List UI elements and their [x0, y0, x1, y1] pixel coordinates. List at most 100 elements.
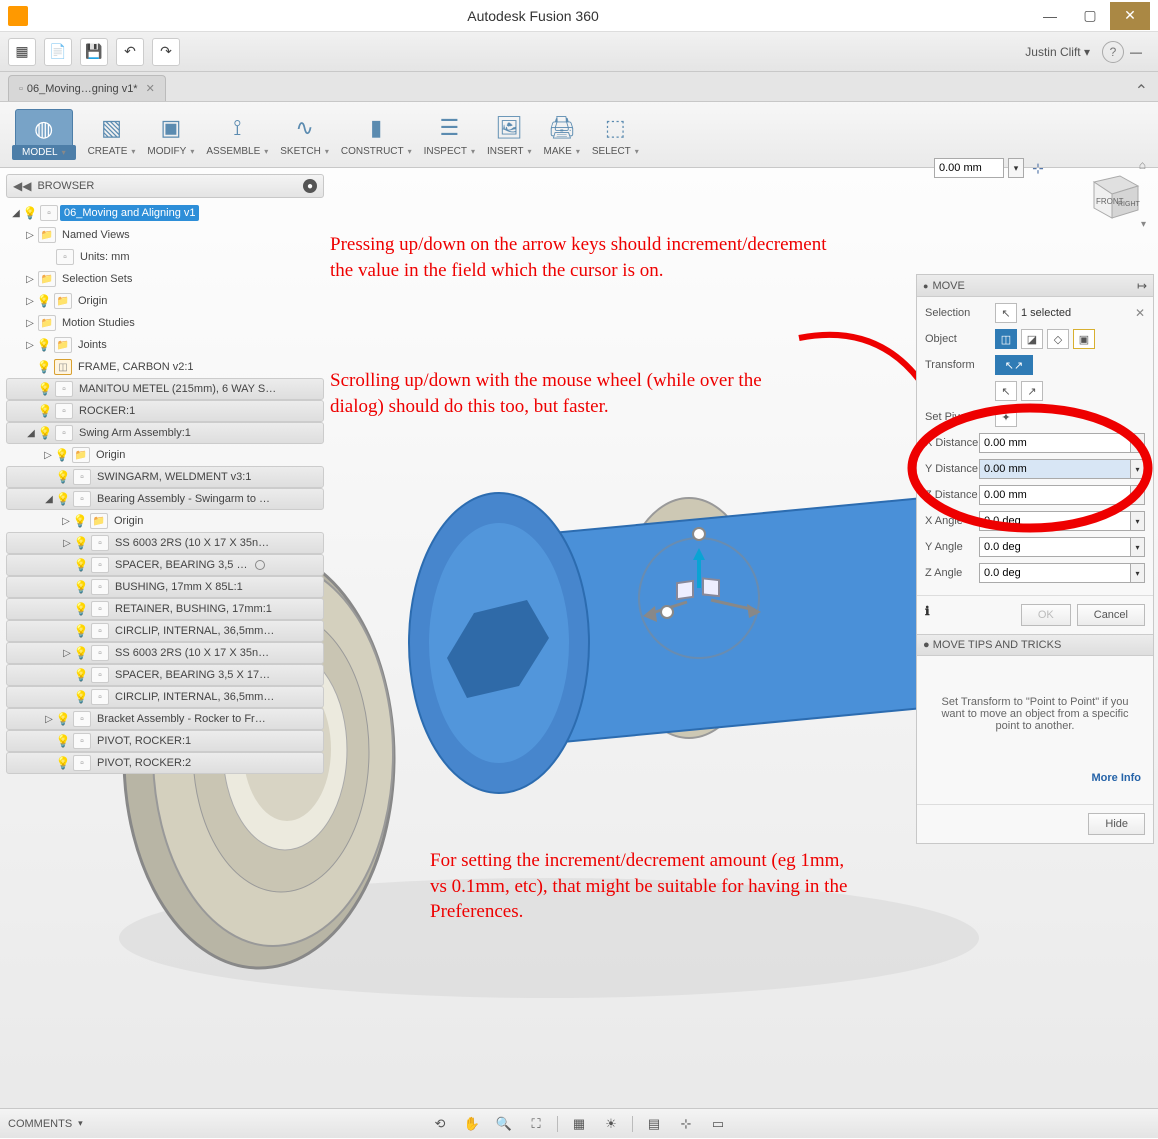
zoom-icon[interactable]: 🔍 [493, 1114, 515, 1134]
y-angle-dropdown[interactable]: ▾ [1131, 537, 1145, 557]
tree-item[interactable]: ▫Units: mm [6, 246, 324, 268]
tree-item[interactable]: ▷💡▫SS 6003 2RS (10 X 17 X 35n… [6, 532, 324, 554]
orbit-icon[interactable]: ⟲ [429, 1114, 451, 1134]
panel-collapse-icon[interactable]: ● [923, 281, 928, 291]
move-panel-header[interactable]: ● MOVE ↦ [917, 275, 1153, 297]
x-distance-label: X Distance [925, 437, 979, 449]
object-type-face-button[interactable]: ◇ [1047, 329, 1069, 349]
browser-header[interactable]: ◀◀ BROWSER ● [6, 174, 324, 198]
tree-item[interactable]: ▷📁Motion Studies [6, 312, 324, 334]
tree-root[interactable]: ◢💡▫06_Moving and Aligning v1 [6, 202, 324, 224]
window-maximize-button[interactable]: ▢ [1070, 2, 1110, 30]
modify-button[interactable]: ▣MODIFY [143, 106, 198, 163]
pan-icon[interactable]: ✋ [461, 1114, 483, 1134]
more-info-link[interactable]: More Info [929, 772, 1141, 784]
tree-item[interactable]: 💡▫SPACER, BEARING 3,5 X 17… [6, 664, 324, 686]
transform-point-button[interactable]: ↗ [1021, 381, 1043, 401]
window-close-button[interactable]: ✕ [1110, 2, 1150, 30]
transform-translate-button[interactable]: ↖ [995, 381, 1017, 401]
selection-pick-button[interactable]: ↖ [995, 303, 1017, 323]
document-tab[interactable]: ▫ 06_Moving…gning v1* ✕ [8, 75, 166, 101]
object-type-body-button[interactable]: ◪ [1021, 329, 1043, 349]
tree-item[interactable]: ▷💡▫SS 6003 2RS (10 X 17 X 35n… [6, 642, 324, 664]
insert-icon: 🖼 [491, 112, 527, 144]
tree-item[interactable]: 💡▫CIRCLIP, INTERNAL, 36,5mm… [6, 620, 324, 642]
tree-item[interactable]: ▷📁Named Views [6, 224, 324, 246]
panel-expand-icon[interactable]: ⌃ [1135, 81, 1148, 101]
grid-icon[interactable]: ▤ [643, 1114, 665, 1134]
file-button[interactable]: 📄 [44, 38, 72, 66]
construct-button[interactable]: ▮CONSTRUCT [337, 106, 416, 163]
document-tab-close-icon[interactable]: ✕ [146, 82, 155, 95]
tree-item[interactable]: ◢💡▫Swing Arm Assembly:1 [6, 422, 324, 444]
tree-item[interactable]: ▷📁Selection Sets [6, 268, 324, 290]
save-button[interactable]: 💾 [80, 38, 108, 66]
effects-icon[interactable]: ☀ [600, 1114, 622, 1134]
tree-item[interactable]: 💡▫RETAINER, BUSHING, 17mm:1 [6, 598, 324, 620]
viewport[interactable]: ▾ ⊹ ⌂ FRONT RIGHT ▾ [0, 168, 1158, 1138]
select-button[interactable]: ⬚SELECT [588, 106, 643, 163]
panel-info-icon[interactable]: ℹ [925, 604, 930, 626]
setpivot-button[interactable]: ✦ [995, 407, 1017, 427]
make-button[interactable]: 🖨MAKE [540, 106, 584, 163]
x-angle-dropdown[interactable]: ▾ [1131, 511, 1145, 531]
toolbar-minimize-button[interactable]: — [1130, 45, 1150, 59]
comments-toggle[interactable]: COMMENTS ▾ [8, 1118, 83, 1130]
tree-item[interactable]: ▷💡▫Bracket Assembly - Rocker to Fr… [6, 708, 324, 730]
x-distance-dropdown[interactable]: ▾ [1131, 433, 1145, 453]
browser-tree: ◢💡▫06_Moving and Aligning v1 ▷📁Named Vie… [6, 202, 324, 774]
create-button[interactable]: ▧CREATE [84, 106, 140, 163]
object-type-component-button[interactable]: ◫ [995, 329, 1017, 349]
browser-collapse-icon[interactable]: ◀◀ [13, 179, 31, 193]
z-angle-dropdown[interactable]: ▾ [1131, 563, 1145, 583]
tree-item[interactable]: 💡▫BUSHING, 17mm X 85L:1 [6, 576, 324, 598]
fit-icon[interactable]: ⛶ [525, 1114, 547, 1134]
tree-item[interactable]: 💡▫CIRCLIP, INTERNAL, 36,5mm… [6, 686, 324, 708]
cancel-button[interactable]: Cancel [1077, 604, 1145, 626]
tree-item[interactable]: 💡▫SPACER, BEARING 3,5 … [6, 554, 324, 576]
tree-item[interactable]: ▷💡📁Joints [6, 334, 324, 356]
browser-options-icon[interactable]: ● [303, 179, 317, 193]
tree-item[interactable]: 💡▫SWINGARM, WELDMENT v3:1 [6, 466, 324, 488]
object-type-sketch-button[interactable]: ▣ [1073, 329, 1095, 349]
app-grid-button[interactable]: ▦ [8, 38, 36, 66]
tree-item[interactable]: 💡◫FRAME, CARBON v2:1 [6, 356, 324, 378]
model-label: MODEL [12, 145, 76, 160]
inspect-button[interactable]: ☰INSPECT [420, 106, 479, 163]
viewport-icon[interactable]: ▭ [707, 1114, 729, 1134]
display-icon[interactable]: ▦ [568, 1114, 590, 1134]
selection-clear-icon[interactable]: ✕ [1135, 306, 1145, 320]
panel-pin-icon[interactable]: ↦ [1137, 279, 1147, 293]
tree-item[interactable]: ▷💡📁Origin [6, 444, 324, 466]
y-distance-input[interactable] [979, 459, 1131, 479]
tips-header[interactable]: ● MOVE TIPS AND TRICKS [917, 634, 1153, 656]
workspace-model-button[interactable]: ◍ MODEL [8, 106, 80, 163]
z-distance-dropdown[interactable]: ▾ [1131, 485, 1145, 505]
tree-item[interactable]: 💡▫MANITOU METEL (215mm), 6 WAY S… [6, 378, 324, 400]
z-distance-input[interactable] [979, 485, 1131, 505]
undo-button[interactable]: ↶ [116, 38, 144, 66]
hide-button[interactable]: Hide [1088, 813, 1145, 835]
snap-icon[interactable]: ⊹ [675, 1114, 697, 1134]
redo-button[interactable]: ↷ [152, 38, 180, 66]
tree-item[interactable]: 💡▫PIVOT, ROCKER:1 [6, 730, 324, 752]
y-angle-input[interactable] [979, 537, 1131, 557]
ok-button[interactable]: OK [1021, 604, 1071, 626]
x-angle-input[interactable] [979, 511, 1131, 531]
y-distance-dropdown[interactable]: ▾ [1131, 459, 1145, 479]
insert-button[interactable]: 🖼INSERT [483, 106, 536, 163]
help-button[interactable]: ? [1102, 41, 1124, 63]
x-distance-input[interactable] [979, 433, 1131, 453]
user-menu[interactable]: Justin Clift ▾ [1025, 45, 1090, 59]
tree-item[interactable]: ▷💡📁Origin [6, 290, 324, 312]
window-minimize-button[interactable]: — [1030, 2, 1070, 30]
tree-item[interactable]: ▷💡📁Origin [6, 510, 324, 532]
assemble-button[interactable]: ⟟ASSEMBLE [202, 106, 272, 163]
sketch-label: SKETCH [280, 146, 329, 157]
tree-item[interactable]: 💡▫ROCKER:1 [6, 400, 324, 422]
z-angle-input[interactable] [979, 563, 1131, 583]
tree-item[interactable]: 💡▫PIVOT, ROCKER:2 [6, 752, 324, 774]
transform-free-button[interactable]: ↖↗ [995, 355, 1033, 375]
tree-item[interactable]: ◢💡▫Bearing Assembly - Swingarm to … [6, 488, 324, 510]
sketch-button[interactable]: ∿SKETCH [276, 106, 333, 163]
